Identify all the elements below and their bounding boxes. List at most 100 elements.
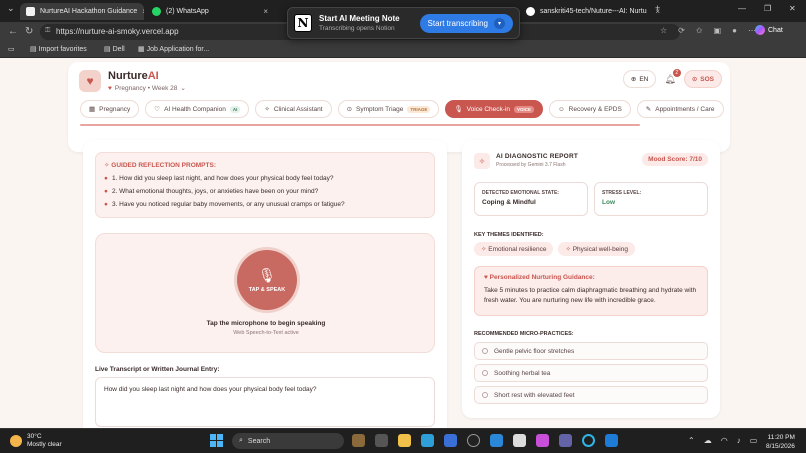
- back-icon[interactable]: ←: [8, 26, 18, 37]
- weather-widget[interactable]: 30°C Mostly clear: [10, 433, 62, 449]
- bookmark-label: Dell: [112, 46, 125, 53]
- bookmark-import-favorites[interactable]: ▤ Import favorites: [30, 45, 87, 53]
- widgets-app-icon[interactable]: [352, 434, 365, 447]
- checkbox-icon[interactable]: [482, 348, 488, 354]
- start-transcribing-button[interactable]: Start transcribing ▾: [419, 13, 513, 33]
- guidance-body: Take 5 minutes to practice calm diaphrag…: [484, 287, 697, 305]
- extensions-icon[interactable]: ⟳: [678, 26, 685, 35]
- tab-tag: VOICE: [514, 105, 535, 113]
- profile-avatar-icon[interactable]: ●: [732, 26, 737, 35]
- bookmarks-menu-icon[interactable]: ▭: [8, 45, 15, 53]
- task-view-icon[interactable]: [375, 434, 388, 447]
- collections-icon[interactable]: ▣: [714, 26, 722, 35]
- search-icon: ⌕: [239, 437, 243, 444]
- prompt-item: ● 1. How did you sleep last night, and ho…: [104, 175, 426, 182]
- brand-main: Nurture: [108, 70, 148, 82]
- browser-tab-guidance[interactable]: NurtureAI Hackathon Guidance ×: [20, 3, 144, 20]
- stress-level-box: STRESS LEVEL: Low: [594, 182, 708, 216]
- chevron-up-icon[interactable]: ⌃: [688, 436, 695, 445]
- tabs-scrollbar[interactable]: [80, 124, 640, 126]
- minimize-icon[interactable]: —: [738, 4, 746, 13]
- speech-status: Web Speech-to-Text active: [233, 330, 299, 336]
- pregnancy-week-selector[interactable]: ♥ Pregnancy • Week 28 ⌄: [108, 84, 186, 93]
- bookmarks-bar: ▭ ▤ Import favorites ▤ Dell ▦ Job Applic…: [0, 42, 806, 58]
- copilot-app-icon[interactable]: [536, 434, 549, 447]
- favorite-star-icon[interactable]: ☆: [660, 26, 667, 35]
- tab-menu-icon[interactable]: ⌄: [7, 3, 15, 14]
- practice-item[interactable]: Gentle pelvic floor stretches: [474, 342, 708, 360]
- tab-voice-check-in[interactable]: 🎙︎ Voice Check-in VOICE: [445, 100, 544, 118]
- mail-icon[interactable]: [444, 434, 457, 447]
- browser-tab-whatsapp[interactable]: (2) WhatsApp ×: [146, 3, 274, 20]
- browser-tab-github[interactable]: sanskriti45-tech/Nuture---AI: Nurtu ×: [520, 3, 666, 20]
- refresh-icon[interactable]: ↻: [25, 26, 33, 37]
- restore-icon[interactable]: ❐: [764, 4, 771, 13]
- site-info-icon[interactable]: ⚿: [45, 27, 50, 35]
- checkbox-icon[interactable]: [482, 370, 488, 376]
- search-label: Search: [247, 437, 271, 445]
- theme-chips: ✧ Emotional resilience ✧ Physical well-b…: [474, 242, 635, 256]
- bookmark-dell[interactable]: ▤ Dell: [104, 45, 125, 53]
- tab-pregnancy[interactable]: ▦ Pregnancy: [80, 100, 140, 118]
- tab-icon: ✧: [264, 106, 270, 113]
- themes-label: KEY THEMES IDENTIFIED:: [474, 232, 544, 238]
- notepad-icon[interactable]: [513, 434, 526, 447]
- bullet-icon: ●: [104, 175, 108, 182]
- favorites-icon[interactable]: ✩: [696, 26, 703, 35]
- tab-e[interactable]: ◔E: [729, 100, 730, 118]
- pregnancy-week-label: Pregnancy • Week 28: [114, 84, 178, 92]
- vscode-icon[interactable]: [605, 434, 618, 447]
- report-subtitle: Processed by Gemini 3.7 Flash: [496, 162, 566, 168]
- copilot-chat-button[interactable]: Chat: [755, 25, 783, 35]
- teams-icon[interactable]: [559, 434, 572, 447]
- popup-subtitle: Transcribing opens Notion: [319, 25, 395, 32]
- theme-chip: ✧ Emotional resilience: [474, 242, 554, 256]
- tab-tag: TRIAGE: [407, 105, 431, 113]
- new-tab-icon[interactable]: +: [655, 3, 660, 13]
- tab-label: (2) WhatsApp: [166, 8, 209, 15]
- windows-start-icon[interactable]: [210, 434, 223, 447]
- file-explorer-icon[interactable]: [398, 434, 411, 447]
- close-window-icon[interactable]: ✕: [789, 4, 796, 13]
- taskbar-clock[interactable]: 11:20 PM 8/15/2026: [766, 433, 795, 451]
- tab-clinical-assistant[interactable]: ✧ Clinical Assistant: [255, 100, 332, 118]
- checkbox-icon[interactable]: [482, 392, 488, 398]
- notifications-button[interactable]: 🔔︎ 2: [664, 68, 681, 85]
- clock-time: 11:20 PM: [767, 434, 795, 441]
- theme-chip: ✧ Physical well-being: [558, 242, 635, 256]
- practice-item[interactable]: Short rest with elevated feet: [474, 386, 708, 404]
- sos-button[interactable]: ⊙ SOS: [683, 70, 722, 88]
- folder-icon: ▤: [104, 46, 113, 53]
- popup-title: Start AI Meeting Note: [319, 14, 400, 23]
- sparkle-icon: ✧: [565, 246, 573, 253]
- emotional-state-value: Coping & Mindful: [482, 199, 536, 206]
- cloud-icon[interactable]: ☁: [704, 436, 712, 445]
- close-tab-icon[interactable]: ×: [263, 7, 268, 16]
- edge-icon[interactable]: [421, 434, 434, 447]
- prompts-title-text: GUIDED REFLECTION PROMPTS:: [111, 162, 216, 169]
- battery-icon[interactable]: ▭: [750, 436, 758, 445]
- chevron-down-icon[interactable]: ▾: [494, 17, 505, 29]
- tab-appointments-care[interactable]: ✎ Appointments / Care: [636, 100, 724, 118]
- transcript-textarea[interactable]: How did you sleep last night and how doe…: [95, 377, 435, 427]
- tab-recovery-epds[interactable]: ☺ Recovery & EPDS: [549, 100, 631, 118]
- tab-ai-health-companion[interactable]: ♡ AI Health Companion AI: [145, 100, 250, 118]
- tab-symptom-triage[interactable]: ⊙ Symptom Triage TRIAGE: [337, 100, 440, 118]
- prompt-text: 3. Have you noticed regular baby movemen…: [111, 201, 345, 208]
- system-tray: ⌃ ☁ ◠ ♪ ▭: [688, 436, 757, 445]
- store-icon[interactable]: [490, 434, 503, 447]
- language-button[interactable]: ⊕ EN: [622, 70, 657, 88]
- copilot-icon: [755, 25, 765, 35]
- volume-icon[interactable]: ♪: [737, 436, 741, 445]
- dell-icon[interactable]: [467, 434, 480, 447]
- wifi-icon[interactable]: ◠: [721, 436, 728, 445]
- stress-level-label: STRESS LEVEL:: [602, 190, 642, 196]
- cortana-icon[interactable]: [582, 434, 595, 447]
- taskbar-search[interactable]: ⌕ Search: [232, 433, 344, 449]
- bookmark-job-application[interactable]: ▦ Job Application for...: [138, 45, 209, 53]
- guided-prompts-panel: ✧ GUIDED REFLECTION PROMPTS: ● 1. How did…: [95, 152, 435, 218]
- close-tab-icon[interactable]: ×: [142, 7, 144, 16]
- temperature: 30°C: [27, 433, 42, 440]
- tap-to-speak-button[interactable]: 🎙︎ TAP & SPEAK: [237, 250, 297, 310]
- practice-item[interactable]: Soothing herbal tea: [474, 364, 708, 382]
